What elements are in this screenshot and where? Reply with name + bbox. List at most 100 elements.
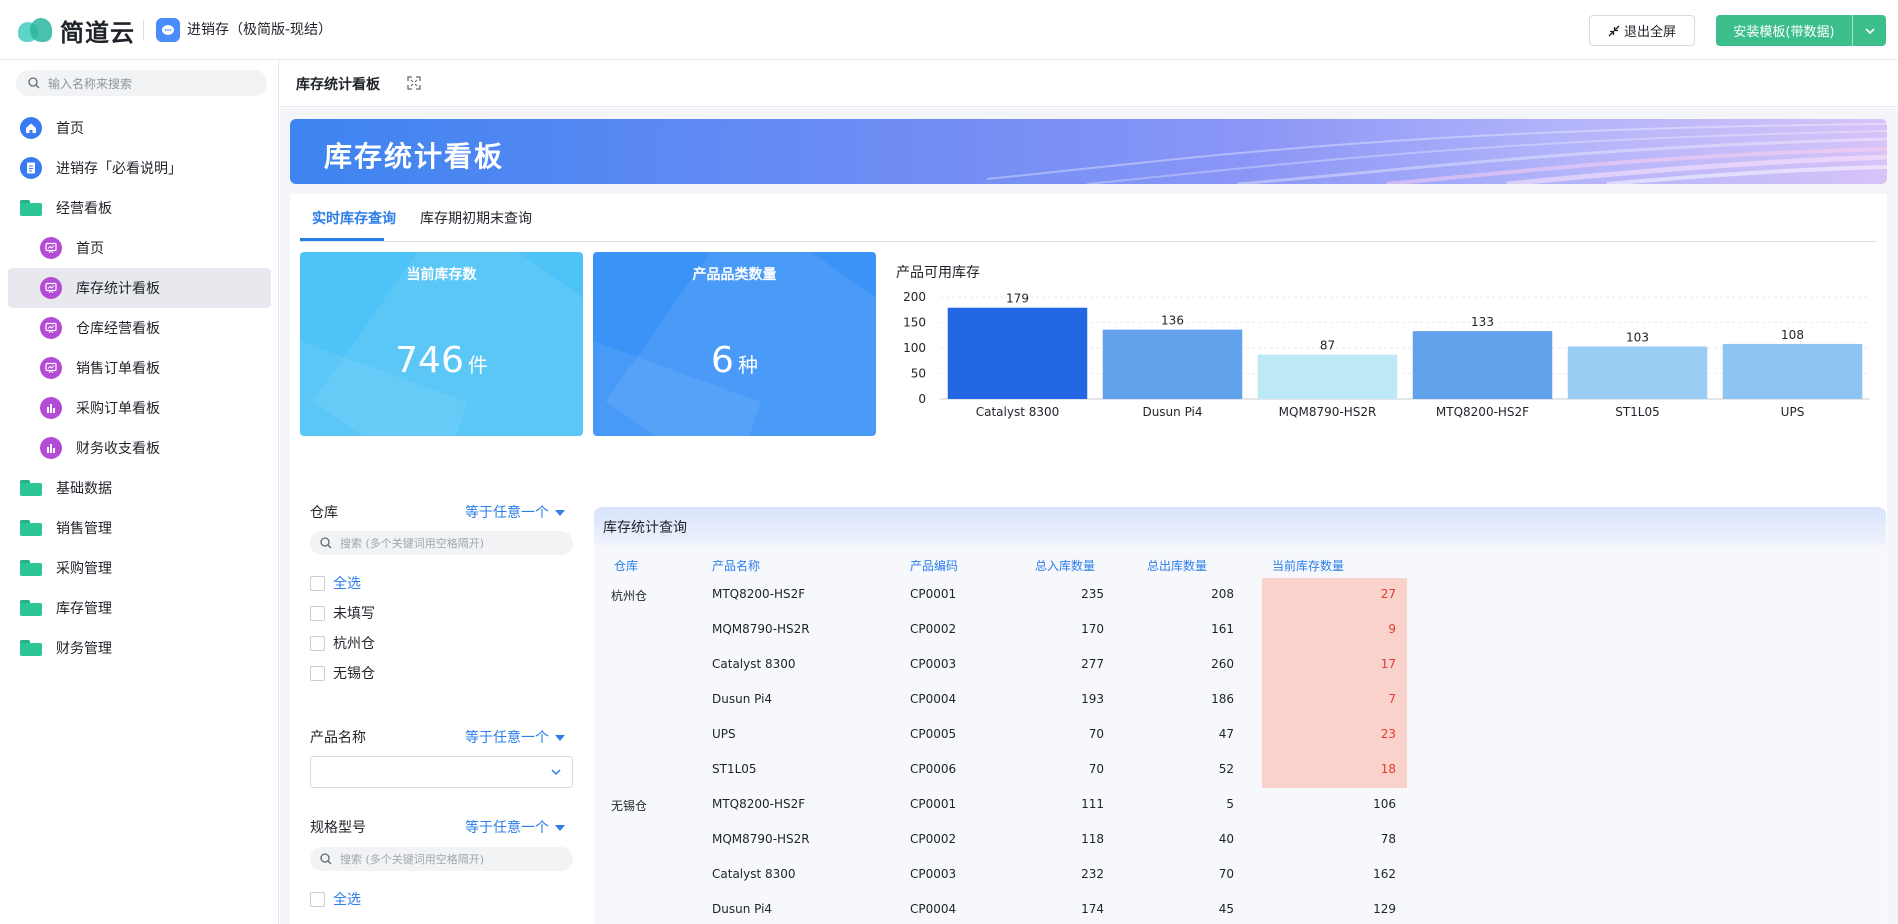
logo[interactable]: 简道云 (18, 14, 135, 47)
app-name[interactable]: 进销存（极简版-现结） (187, 20, 332, 40)
cell-name: ST1L05 (712, 762, 757, 776)
cell-warehouse: 杭州仓 (611, 589, 648, 603)
checkbox[interactable] (310, 665, 325, 681)
bar[interactable] (1102, 329, 1243, 399)
sidebar-item[interactable]: 基础数据 (8, 468, 271, 508)
stat-card-value: 6种 (711, 340, 758, 381)
install-template-button[interactable]: 安装模板(带数据) (1716, 15, 1886, 46)
table-row[interactable]: Catalyst 8300 CP0003 277 260 17 (594, 648, 1886, 683)
bar[interactable] (1567, 346, 1708, 399)
table-row[interactable]: Catalyst 8300 CP0003 232 70 162 (594, 858, 1886, 893)
sidebar-item[interactable]: 进销存「必看说明」 (8, 148, 271, 188)
sidebar-item-label: 首页 (56, 121, 84, 137)
expand-icon[interactable] (406, 75, 422, 91)
column-header[interactable]: 当前库存数量 (1272, 557, 1344, 574)
filter-warehouse-label: 仓库 (310, 505, 338, 521)
bar[interactable] (1412, 331, 1553, 399)
table-row[interactable]: 杭州仓 MTQ8200-HS2F CP0001 235 208 27 (594, 578, 1886, 613)
dashboard-banner: 库存统计看板 (290, 119, 1887, 184)
caret-down-icon (555, 735, 565, 741)
filter-option-hangzhou[interactable]: 杭州仓 (310, 633, 375, 653)
cell-stock: 27 (1380, 587, 1396, 601)
tab-realtime-stock[interactable]: 实时库存查询 (312, 208, 396, 228)
search-icon (320, 537, 332, 549)
stock-query-table: 库存统计查询 仓库 产品名称 产品编码 总入库数量 总出库数量 当前库存数量 杭… (594, 507, 1886, 924)
exit-fullscreen-button[interactable]: 退出全屏 (1589, 15, 1695, 46)
sidebar-item-label: 仓库经营看板 (76, 321, 160, 337)
filter-product-name-label: 产品名称 (310, 730, 366, 746)
sidebar-item[interactable]: 库存统计看板 (8, 268, 271, 308)
cell-name: MTQ8200-HS2F (712, 797, 806, 811)
sidebar-item[interactable]: 财务收支看板 (8, 428, 271, 468)
stat-card-current-stock: 当前库存数 746 件 (300, 252, 583, 436)
cell-name: MTQ8200-HS2F (712, 587, 806, 601)
exit-fullscreen-label: 退出全屏 (1623, 25, 1676, 40)
column-header[interactable]: 总出库数量 (1147, 557, 1207, 574)
bar-value-label: 87 (1320, 339, 1335, 353)
table-row[interactable]: UPS CP0005 70 47 23 (594, 718, 1886, 753)
column-header[interactable]: 产品编码 (910, 557, 958, 574)
sidebar-search-input[interactable]: 输入名称来搜索 (16, 70, 267, 96)
sidebar-item[interactable]: 首页 (8, 108, 271, 148)
filter-option-select-all[interactable]: 全选 (310, 573, 361, 593)
sidebar-item[interactable]: 销售订单看板 (8, 348, 271, 388)
filter-warehouse-search[interactable]: 搜索 (多个关键词用空格隔开) (310, 531, 573, 555)
search-icon (28, 77, 40, 89)
checkbox[interactable] (310, 605, 325, 621)
cell-name: Dusun Pi4 (712, 902, 773, 916)
sidebar-item[interactable]: 财务管理 (8, 628, 271, 668)
table-row[interactable]: Dusun Pi4 CP0004 193 186 7 (594, 683, 1886, 718)
install-template-label[interactable]: 安装模板(带数据) (1716, 15, 1852, 46)
filter-product-name-operator[interactable]: 等于任意一个 (465, 727, 565, 747)
filter-option-select-all[interactable]: 全选 (310, 889, 361, 909)
column-header[interactable]: 产品名称 (712, 557, 760, 574)
cell-out: 260 (1211, 657, 1234, 671)
bar-chart: 0 50 100 150 200 179 Catalyst 8300 136 Dusun Pi4… (903, 290, 1870, 419)
cell-in: 70 (1088, 727, 1104, 741)
bar[interactable] (1722, 343, 1863, 399)
sidebar-item[interactable]: 采购管理 (8, 548, 271, 588)
sidebar-item[interactable]: 库存管理 (8, 588, 271, 628)
table-row[interactable]: MQM8790-HS2R CP0002 170 161 9 (594, 613, 1886, 648)
cell-in: 232 (1081, 867, 1104, 881)
column-header[interactable]: 仓库 (614, 557, 638, 574)
table-row[interactable]: MQM8790-HS2R CP0002 118 40 78 (594, 823, 1886, 858)
tab-period-stock[interactable]: 库存期初期末查询 (420, 208, 532, 228)
cell-stock: 7 (1388, 692, 1396, 706)
bar[interactable] (1257, 354, 1398, 399)
table-row[interactable]: Dusun Pi4 CP0004 174 45 129 (594, 893, 1886, 924)
cell-out: 47 (1218, 727, 1234, 741)
filter-option-wuxi[interactable]: 无锡仓 (310, 663, 375, 683)
sidebar-item[interactable]: 仓库经营看板 (8, 308, 271, 348)
checkbox[interactable] (310, 575, 325, 591)
sidebar-item[interactable]: 销售管理 (8, 508, 271, 548)
filter-warehouse-operator[interactable]: 等于任意一个 (465, 502, 565, 522)
top-bar: 简道云 进销存（极简版-现结） 退出全屏 安装模板(带数据) (0, 0, 1898, 60)
cell-in: 193 (1081, 692, 1104, 706)
cell-stock: 18 (1380, 762, 1396, 776)
filter-spec-operator[interactable]: 等于任意一个 (465, 817, 565, 837)
filter-option-unfilled[interactable]: 未填写 (310, 603, 375, 623)
dashboard-icon (40, 237, 62, 259)
search-icon (320, 853, 332, 865)
filter-product-name-select[interactable] (310, 756, 573, 788)
table-row[interactable]: ST1L05 CP0006 70 52 18 (594, 753, 1886, 788)
page-title: 库存统计看板 (296, 77, 380, 93)
sidebar-item[interactable]: 首页 (8, 228, 271, 268)
x-tick-label: MQM8790-HS2R (1279, 405, 1377, 419)
cell-warehouse: 无锡仓 (611, 799, 648, 813)
sidebar-item[interactable]: 经营看板 (8, 188, 271, 228)
sidebar-item[interactable]: 采购订单看板 (8, 388, 271, 428)
install-dropdown-button[interactable] (1852, 15, 1886, 46)
bar[interactable] (947, 307, 1088, 399)
checkbox[interactable] (310, 891, 325, 907)
filter-spec-search[interactable]: 搜索 (多个关键词用空格隔开) (310, 847, 573, 871)
table-row[interactable]: 无锡仓 MTQ8200-HS2F CP0001 111 5 106 (594, 788, 1886, 823)
divider (143, 20, 144, 40)
sidebar-search-placeholder: 输入名称来搜索 (48, 76, 133, 91)
column-header[interactable]: 总入库数量 (1035, 557, 1095, 574)
cell-name: UPS (712, 727, 736, 741)
bar-chart-icon (40, 397, 62, 419)
checkbox[interactable] (310, 635, 325, 651)
folder-icon (20, 477, 42, 499)
